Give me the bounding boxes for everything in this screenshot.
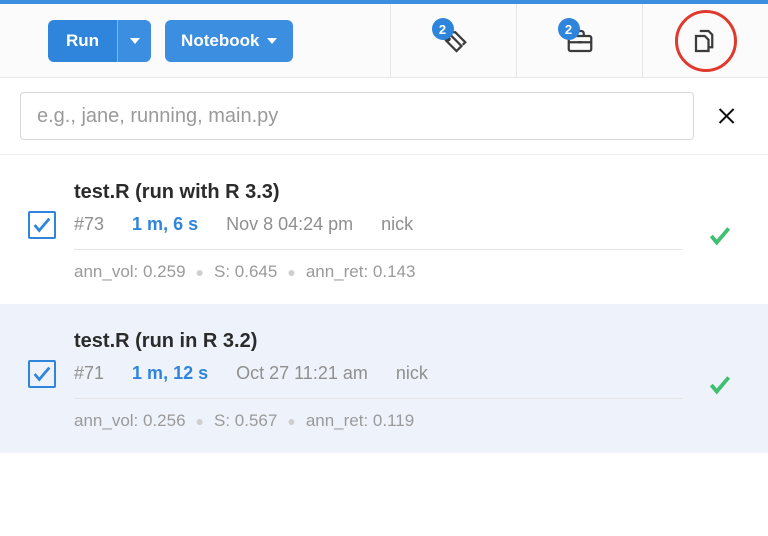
- run-params: ann_vol: 0.256 ● S: 0.567 ● ann_ret: 0.1…: [74, 399, 682, 431]
- run-button-group: Run: [48, 20, 151, 62]
- param-s: S: 0.567: [214, 411, 277, 431]
- success-checkmark-icon: [707, 372, 733, 398]
- archive-badge: 2: [558, 18, 580, 40]
- caret-down-icon: [267, 38, 277, 44]
- separator-dot: ●: [287, 413, 295, 429]
- run-button[interactable]: Run: [48, 20, 117, 62]
- compare-button[interactable]: [642, 4, 768, 77]
- run-checkbox[interactable]: [28, 211, 56, 239]
- toolbar-left: Run Notebook: [0, 20, 390, 62]
- run-duration[interactable]: 1 m, 6 s: [132, 214, 198, 235]
- tags-button[interactable]: 2: [390, 4, 516, 77]
- run-id: #73: [74, 214, 104, 235]
- run-status: [700, 223, 740, 249]
- run-user: nick: [396, 363, 428, 384]
- run-row[interactable]: test.R (run in R 3.2) #71 1 m, 12 s Oct …: [0, 304, 768, 453]
- run-duration[interactable]: 1 m, 12 s: [132, 363, 208, 384]
- separator-dot: ●: [287, 264, 295, 280]
- runs-list: test.R (run with R 3.3) #73 1 m, 6 s Nov…: [0, 155, 768, 536]
- param-s: S: 0.645: [214, 262, 277, 282]
- run-params: ann_vol: 0.259 ● S: 0.645 ● ann_ret: 0.1…: [74, 250, 682, 282]
- clear-search-button[interactable]: [708, 96, 748, 136]
- archive-button[interactable]: 2: [516, 4, 642, 77]
- search-input[interactable]: [20, 92, 694, 140]
- toolbar-icons: 2 2: [390, 4, 768, 77]
- run-row[interactable]: test.R (run with R 3.3) #73 1 m, 6 s Nov…: [0, 155, 768, 304]
- param-ann-vol: ann_vol: 0.256: [74, 411, 186, 431]
- tags-badge: 2: [432, 18, 454, 40]
- run-body: test.R (run in R 3.2) #71 1 m, 12 s Oct …: [74, 330, 682, 431]
- run-id: #71: [74, 363, 104, 384]
- separator-dot: ●: [196, 413, 204, 429]
- toolbar: Run Notebook 2 2: [0, 4, 768, 78]
- separator-dot: ●: [196, 264, 204, 280]
- run-dropdown-button[interactable]: [117, 20, 151, 62]
- run-timestamp: Oct 27 11:21 am: [236, 363, 368, 384]
- success-checkmark-icon: [707, 223, 733, 249]
- caret-down-icon: [130, 38, 140, 44]
- run-checkbox[interactable]: [28, 360, 56, 388]
- run-status: [700, 372, 740, 398]
- run-title: test.R (run in R 3.2): [74, 330, 682, 353]
- run-meta: #71 1 m, 12 s Oct 27 11:21 am nick: [74, 363, 682, 399]
- close-icon: [716, 104, 740, 128]
- run-timestamp: Nov 8 04:24 pm: [226, 214, 353, 235]
- param-ann-vol: ann_vol: 0.259: [74, 262, 186, 282]
- run-meta: #73 1 m, 6 s Nov 8 04:24 pm nick: [74, 214, 682, 250]
- search-row: [0, 78, 768, 155]
- param-ann-ret: ann_ret: 0.143: [306, 262, 416, 282]
- compare-icon: [691, 26, 721, 56]
- run-body: test.R (run with R 3.3) #73 1 m, 6 s Nov…: [74, 181, 682, 282]
- check-icon: [31, 214, 53, 236]
- run-title: test.R (run with R 3.3): [74, 181, 682, 204]
- check-icon: [31, 363, 53, 385]
- param-ann-ret: ann_ret: 0.119: [306, 411, 414, 431]
- notebook-label: Notebook: [181, 31, 259, 51]
- notebook-button[interactable]: Notebook: [165, 20, 293, 62]
- run-user: nick: [381, 214, 413, 235]
